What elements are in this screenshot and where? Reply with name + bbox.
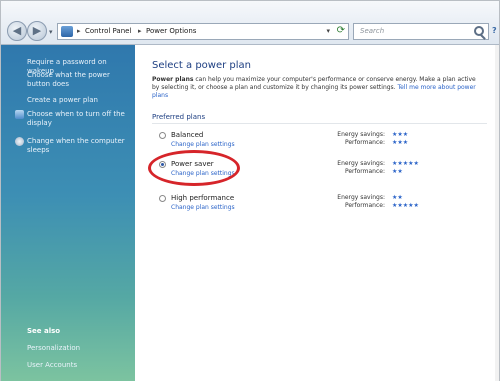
- back-button[interactable]: ◀: [7, 21, 27, 41]
- performance-rating: ★★★★★: [392, 202, 419, 209]
- energy-rating: ★★: [392, 194, 403, 201]
- see-also-heading: See also: [27, 327, 61, 335]
- plan-name[interactable]: High performance: [171, 194, 234, 202]
- page-description: Power plans can help you maximize your c…: [152, 76, 477, 100]
- plan-radio[interactable]: [159, 195, 166, 202]
- plan-high-performance: High performance Change plan settings En…: [135, 193, 499, 227]
- breadcrumb-arrow-icon[interactable]: ▸: [77, 27, 81, 35]
- task-computer-sleeps[interactable]: Change when the computer sleeps: [27, 137, 131, 155]
- energy-label: Energy savings:: [337, 194, 385, 201]
- page-title: Select a power plan: [152, 60, 252, 71]
- change-plan-settings-link[interactable]: Change plan settings: [171, 204, 235, 211]
- energy-label: Energy savings:: [337, 160, 385, 167]
- sleep-moon-icon: [15, 137, 24, 146]
- main-content: Select a power plan Power plans can help…: [135, 45, 499, 381]
- energy-rating: ★★★★★: [392, 160, 419, 167]
- search-input[interactable]: Search: [353, 23, 489, 40]
- energy-label: Energy savings:: [337, 131, 385, 138]
- control-panel-icon: [61, 26, 73, 37]
- energy-rating: ★★★: [392, 131, 409, 138]
- preferred-plans-heading: Preferred plans: [152, 113, 206, 121]
- task-create-plan[interactable]: Create a power plan: [27, 96, 131, 105]
- display-icon: [15, 110, 24, 119]
- task-power-button[interactable]: Choose what the power button does: [27, 71, 131, 89]
- highlight-ellipse: [148, 150, 240, 186]
- breadcrumb-control-panel[interactable]: Control Panel: [85, 27, 131, 35]
- plan-name[interactable]: Balanced: [171, 131, 203, 139]
- performance-label: Performance:: [344, 168, 385, 175]
- change-plan-settings-link[interactable]: Change plan settings: [171, 141, 235, 148]
- search-icon[interactable]: [474, 26, 484, 36]
- performance-label: Performance:: [344, 139, 385, 146]
- task-turn-off-display[interactable]: Choose when to turn off the display: [27, 110, 131, 128]
- task-pane: Require a password on wakeup Choose what…: [1, 45, 135, 381]
- help-icon[interactable]: ?: [492, 26, 497, 35]
- see-also-user-accounts[interactable]: User Accounts: [27, 361, 77, 369]
- see-also-personalization[interactable]: Personalization: [27, 344, 80, 352]
- address-box[interactable]: ▸ Control Panel ▸ Power Options ▾ ⟳: [57, 23, 349, 40]
- breadcrumb-arrow-icon[interactable]: ▸: [138, 27, 142, 35]
- performance-rating: ★★★: [392, 139, 409, 146]
- refresh-icon[interactable]: ⟳: [337, 25, 345, 36]
- description-bold: Power plans: [152, 76, 194, 83]
- history-dropdown-icon[interactable]: ▾: [49, 28, 53, 36]
- window-edge: [495, 45, 499, 381]
- plan-radio[interactable]: [159, 132, 166, 139]
- address-dropdown-icon[interactable]: ▾: [326, 27, 330, 35]
- divider: [152, 123, 487, 124]
- performance-label: Performance:: [344, 202, 385, 209]
- address-bar: ◀ ▶ ▾ ▸ Control Panel ▸ Power Options ▾ …: [1, 1, 499, 45]
- forward-button[interactable]: ▶: [27, 21, 47, 41]
- window-frame: ◀ ▶ ▾ ▸ Control Panel ▸ Power Options ▾ …: [0, 0, 500, 381]
- performance-rating: ★★: [392, 168, 403, 175]
- search-placeholder: Search: [360, 27, 385, 35]
- breadcrumb-power-options[interactable]: Power Options: [146, 27, 196, 35]
